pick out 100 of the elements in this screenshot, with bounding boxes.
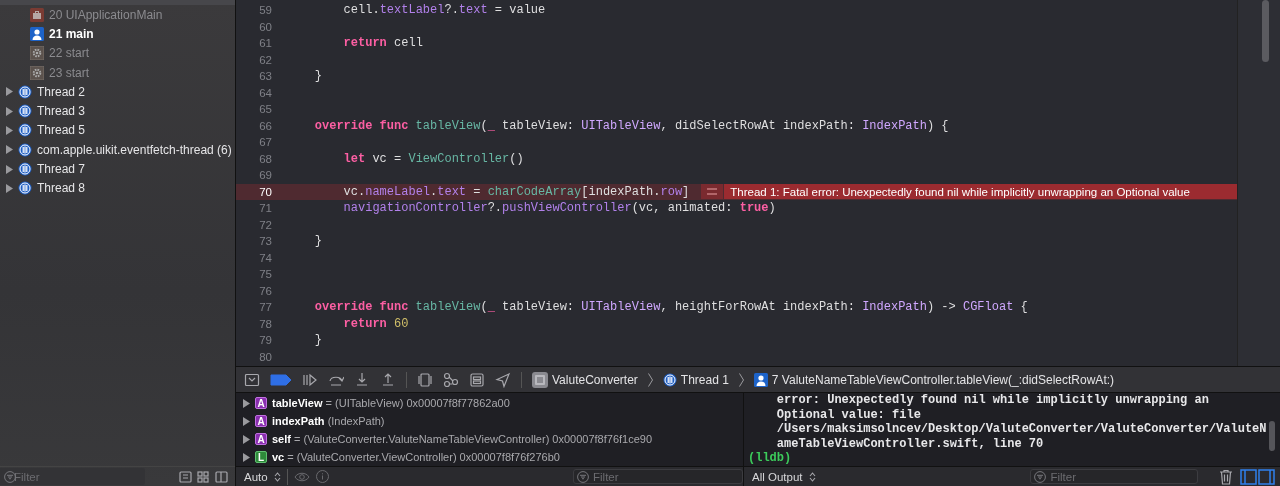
variable-entry[interactable]: self = (ValuteConverter.ValuteNameTableViewController) 0x00007f8f76f1ce90 xyxy=(270,433,653,445)
line-number: 79 xyxy=(258,334,272,347)
filter-icon xyxy=(577,470,589,483)
thread-item[interactable]: Thread 2 xyxy=(37,84,86,99)
line-number: 67 xyxy=(258,136,272,149)
console-prompt: (lldb) xyxy=(748,451,793,466)
memory-graph-icon[interactable] xyxy=(443,371,459,388)
variable-entry[interactable]: indexPath (IndexPath) xyxy=(270,415,385,427)
filter-field[interactable]: Filter xyxy=(573,469,743,484)
person-icon xyxy=(753,372,768,387)
output-selector[interactable]: All Output xyxy=(752,470,803,483)
code-line: override func tableView(_ tableView: UITableView, heightForRowAt indexPath: IndexPath) -> CGFloat { xyxy=(313,300,1028,315)
chevron-icon xyxy=(738,372,744,387)
disclosure-triangle-icon[interactable] xyxy=(5,164,13,174)
breakpoints-icon[interactable] xyxy=(270,373,292,386)
disclosure-triangle-icon[interactable] xyxy=(5,183,13,193)
disclosure-triangle-icon[interactable] xyxy=(5,87,13,97)
thread-icon xyxy=(18,104,32,119)
code-line: override func tableView(_ tableView: UITableView, didSelectRowAt indexPath: IndexPath) { xyxy=(313,118,949,133)
location-icon[interactable] xyxy=(495,371,511,388)
filter-icon xyxy=(4,470,16,483)
breadcrumb-item[interactable]: ValuteConverter xyxy=(552,372,638,387)
line-number: 78 xyxy=(258,317,272,330)
line-number: 69 xyxy=(258,169,272,182)
line-number: 60 xyxy=(258,20,272,33)
thread-icon xyxy=(18,181,32,196)
line-number: 71 xyxy=(258,202,272,215)
breadcrumb-item[interactable]: Thread 1 xyxy=(680,372,729,387)
filter-field[interactable]: Filter xyxy=(0,468,145,485)
info-icon[interactable] xyxy=(315,470,329,483)
code-line: vc.nameLabel.text = charCodeArray[indexPath.row] xyxy=(342,184,690,199)
disclosure-triangle-icon[interactable] xyxy=(5,106,13,116)
grid-filter-icon[interactable] xyxy=(196,468,211,485)
console-output-line: error: Unexpectedly found nil while implicitly unwrapping an xyxy=(775,393,1210,408)
breadcrumb-item[interactable]: 7 ValuteNameTableViewController.tableView(_:didSelectRowAt:) xyxy=(771,372,1115,387)
crash-filter-icon[interactable] xyxy=(178,468,193,485)
thread-item[interactable]: Thread 7 xyxy=(37,162,86,176)
thread-item[interactable]: com.apple.uikit.eventfetch-thread (6) xyxy=(37,142,232,157)
line-number: 63 xyxy=(258,70,272,83)
variable-kind-badge: A xyxy=(255,433,267,445)
up-down-chevron-icon[interactable] xyxy=(273,471,281,482)
list-filter-icon[interactable] xyxy=(214,468,229,485)
trash-icon[interactable] xyxy=(1218,468,1235,485)
line-number: 77 xyxy=(258,301,272,314)
console-output-line: Optional value: file xyxy=(775,407,922,422)
disclosure-triangle-icon[interactable] xyxy=(5,125,13,135)
code-line: return cell xyxy=(342,36,423,51)
scrollbar-thumb[interactable] xyxy=(1262,0,1269,62)
thread-icon xyxy=(18,162,32,176)
thread-item[interactable]: Thread 3 xyxy=(37,104,86,119)
console-output-line: ameTableViewController.swift, line 70 xyxy=(775,436,1045,451)
error-marker-icon[interactable] xyxy=(707,188,718,196)
error-message: Thread 1: Fatal error: Unexpectedly found nil while implicitly unwrapping an Optional value xyxy=(724,184,1237,200)
view-hierarchy-icon[interactable] xyxy=(417,371,433,388)
eye-icon[interactable] xyxy=(293,470,310,483)
briefcase-icon xyxy=(30,7,44,22)
disclosure-triangle-icon[interactable] xyxy=(5,145,13,155)
thread-icon xyxy=(18,84,32,99)
code-line: return 60 xyxy=(342,316,409,331)
line-number: 59 xyxy=(258,4,272,17)
line-number: 61 xyxy=(258,37,272,50)
thread-item[interactable]: Thread 8 xyxy=(37,181,86,196)
code-line: } xyxy=(313,69,322,84)
variable-kind-badge: A xyxy=(255,397,267,409)
app-icon xyxy=(532,371,548,388)
variable-kind-badge: A xyxy=(255,415,267,427)
stack-frame-item[interactable]: 23 start xyxy=(49,65,90,80)
filter-field[interactable]: Filter xyxy=(1030,469,1199,484)
scope-selector[interactable]: Auto xyxy=(244,470,268,483)
continue-icon[interactable] xyxy=(302,371,318,388)
scrollbar-thumb[interactable] xyxy=(1269,421,1276,451)
variable-entry[interactable]: tableView = (UITableView) 0x00007f8f77862a00 xyxy=(270,397,510,409)
line-number: 75 xyxy=(258,268,272,281)
thread-item[interactable]: Thread 5 xyxy=(37,123,86,138)
console-output-line: /Users/maksimsolncev/Desktop/ValuteConverter/ValuteConverter/ValuteN xyxy=(775,422,1267,437)
code-line: let vc = ViewController() xyxy=(342,151,524,166)
code-line: navigationController?.pushViewController(vc, animated: true) xyxy=(342,201,776,216)
gear-icon xyxy=(30,65,44,80)
gear-icon xyxy=(30,46,44,61)
line-number: 70 xyxy=(258,185,272,198)
line-number: 66 xyxy=(258,119,272,132)
code-line: } xyxy=(313,234,322,249)
step-into-icon[interactable] xyxy=(354,371,370,388)
stack-frame-item[interactable]: 21 main xyxy=(49,26,94,41)
step-out-icon[interactable] xyxy=(380,371,396,388)
chevron-icon xyxy=(647,372,653,387)
split-view-icon[interactable] xyxy=(1240,468,1277,485)
variable-entry[interactable]: vc = (ValuteConverter.ViewController) 0x00007f8f76f276b0 xyxy=(270,451,560,463)
variable-kind-badge: L xyxy=(255,451,267,463)
line-number: 64 xyxy=(258,86,272,99)
environment-overrides-icon[interactable] xyxy=(469,371,485,388)
code-line: } xyxy=(313,333,322,348)
up-down-chevron-icon[interactable] xyxy=(808,471,816,482)
line-number: 73 xyxy=(258,235,272,248)
thread-icon xyxy=(18,142,32,157)
thread-icon xyxy=(662,372,677,387)
hide-debug-area-icon[interactable] xyxy=(244,371,260,388)
line-number: 65 xyxy=(258,103,272,116)
filter-icon xyxy=(1034,470,1047,483)
line-number: 68 xyxy=(258,152,272,165)
